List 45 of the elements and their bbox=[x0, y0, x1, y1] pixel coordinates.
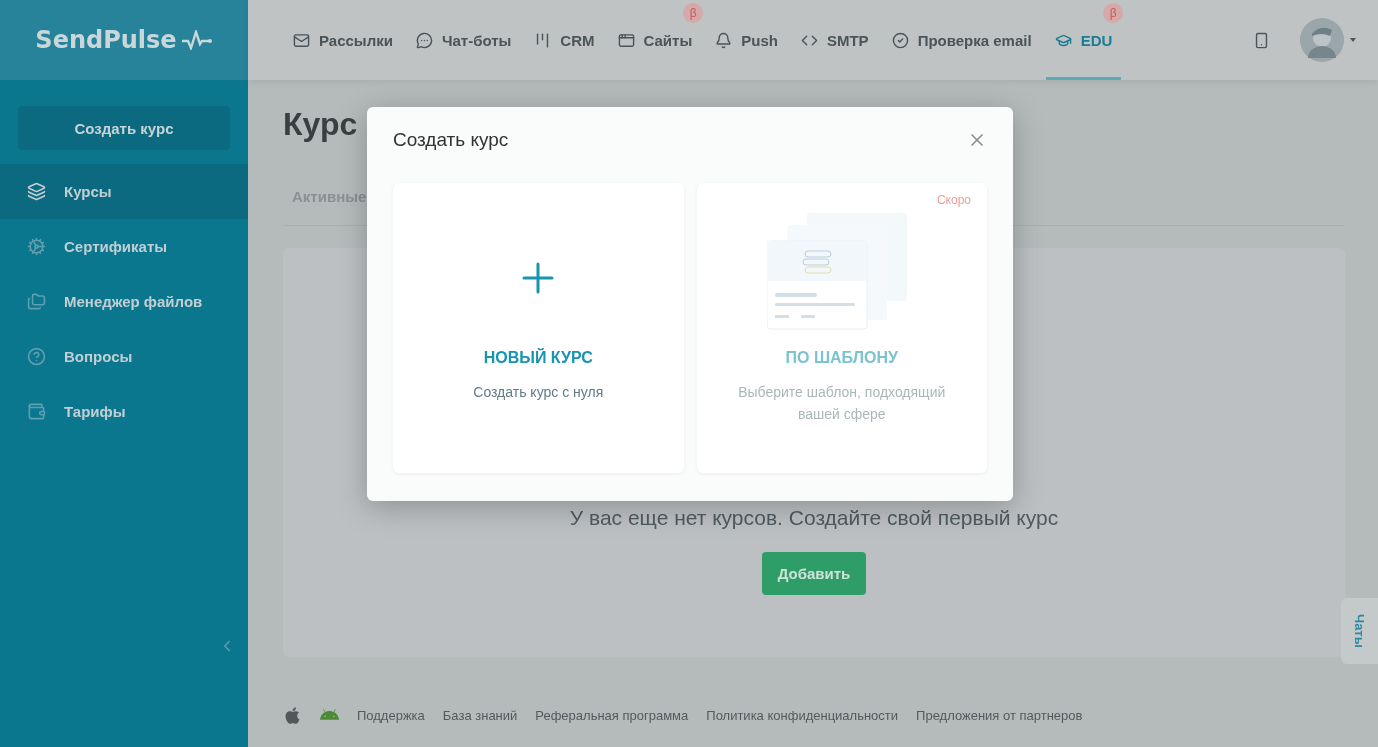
sidebar-item[interactable]: Тарифы bbox=[0, 384, 248, 439]
wallet-icon bbox=[27, 402, 46, 421]
nav-tab[interactable]: SMTP bbox=[791, 26, 878, 54]
empty-state-text: У вас еще нет курсов. Создайте свой первый курс bbox=[569, 506, 1059, 530]
help-icon bbox=[27, 347, 46, 366]
folders-icon bbox=[27, 292, 46, 311]
sidebar-item[interactable]: Вопросы bbox=[0, 329, 248, 384]
pulse-icon bbox=[180, 30, 213, 50]
window-icon bbox=[617, 31, 635, 49]
option-title: НОВЫЙ КУРС bbox=[483, 349, 593, 367]
option-card[interactable]: НОВЫЙ КУРС Создать курс с нуля bbox=[393, 183, 684, 473]
footer-link[interactable]: Реферальная программа bbox=[535, 708, 689, 723]
option-title: ПО ШАБЛОНУ bbox=[785, 349, 898, 367]
apple-icon[interactable] bbox=[283, 706, 302, 725]
footer-link[interactable]: Предложения от партнеров bbox=[916, 708, 1083, 723]
nav-tab[interactable]: Проверка email bbox=[882, 26, 1041, 54]
chat-icon bbox=[415, 31, 433, 49]
nav-tab[interactable]: Сайты bbox=[608, 26, 702, 54]
gear-icon bbox=[27, 237, 46, 256]
option-description: Выберите шаблон, подходящий вашей сфере bbox=[737, 383, 947, 424]
beta-badge: β bbox=[1103, 3, 1124, 23]
page-title: Курс bbox=[283, 106, 358, 144]
nav-tab[interactable]: EDU bbox=[1045, 26, 1122, 54]
bell-icon bbox=[715, 31, 733, 49]
nav-tab[interactable]: Чат-боты bbox=[406, 26, 521, 54]
create-course-button[interactable]: Создать курс bbox=[18, 106, 230, 150]
add-button[interactable]: Добавить bbox=[761, 552, 867, 595]
check-circle-icon bbox=[891, 31, 909, 49]
beta-badge: β bbox=[683, 3, 704, 23]
dialog-title: Создать курс bbox=[393, 129, 509, 151]
sidebar-item[interactable]: Менеджер файлов bbox=[0, 274, 248, 329]
chats-tab[interactable]: Чаты bbox=[1341, 598, 1378, 664]
sidebar-item[interactable]: Сертификаты bbox=[0, 219, 248, 274]
nav-tab[interactable]: CRM bbox=[525, 26, 604, 54]
sidebar-item[interactable]: Курсы bbox=[0, 164, 248, 219]
option-description: Создать курс с нуля bbox=[472, 383, 605, 402]
mail-icon bbox=[293, 31, 310, 49]
footer-link[interactable]: Политика конфиденциальности bbox=[706, 708, 899, 723]
nav-tab[interactable]: Рассылки bbox=[284, 26, 402, 54]
footer-link[interactable]: Поддержка bbox=[357, 708, 425, 723]
phone-icon[interactable] bbox=[1253, 31, 1270, 49]
layers-icon bbox=[27, 182, 46, 201]
nav-tab[interactable]: Push bbox=[706, 26, 787, 54]
footer-link[interactable]: База знаний bbox=[442, 708, 518, 723]
soon-label: Скоро bbox=[936, 193, 971, 207]
